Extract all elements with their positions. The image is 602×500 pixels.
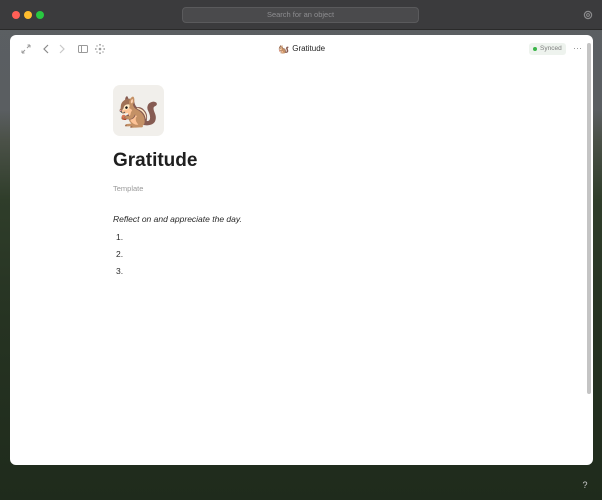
expand-icon[interactable]: [20, 43, 32, 55]
list-item[interactable]: 2.: [116, 248, 123, 265]
close-window-button[interactable]: [12, 11, 20, 19]
sync-status-badge[interactable]: Synced: [529, 43, 566, 55]
search-input[interactable]: Search for an object: [182, 7, 419, 23]
graph-icon[interactable]: [94, 43, 106, 55]
list-item[interactable]: 1.: [116, 231, 123, 248]
breadcrumb-title: Gratitude: [292, 44, 326, 53]
window-titlebar: Search for an object: [0, 0, 602, 30]
squirrel-icon: 🐿️: [278, 44, 290, 54]
sidebar-icon[interactable]: [77, 43, 89, 55]
sync-dot-icon: [533, 47, 537, 51]
sync-status-label: Synced: [540, 45, 562, 52]
help-button[interactable]: ?: [578, 478, 592, 492]
minimize-window-button[interactable]: [24, 11, 32, 19]
object-type-label[interactable]: Template: [113, 184, 143, 193]
forward-icon[interactable]: [56, 43, 68, 55]
page-title[interactable]: Gratitude: [113, 150, 197, 172]
page-description[interactable]: Reflect on and appreciate the day.: [113, 214, 242, 224]
more-options-icon[interactable]: ···: [573, 43, 582, 53]
scrollbar-thumb[interactable]: [587, 43, 591, 394]
settings-icon[interactable]: [583, 10, 593, 20]
page-breadcrumb[interactable]: 🐿️ Gratitude: [278, 42, 325, 56]
list-item[interactable]: 3.: [116, 265, 123, 282]
page-toolbar: 🐿️ Gratitude Synced ···: [10, 35, 593, 63]
squirrel-icon: 🐿️: [117, 91, 160, 130]
numbered-list: 1. 2. 3.: [116, 231, 123, 282]
main-window: 🐿️ Gratitude Synced ··· 🐿️ Gratitude Tem…: [10, 35, 593, 465]
back-icon[interactable]: [40, 43, 52, 55]
page-icon[interactable]: 🐿️: [113, 85, 164, 136]
zoom-window-button[interactable]: [36, 11, 44, 19]
